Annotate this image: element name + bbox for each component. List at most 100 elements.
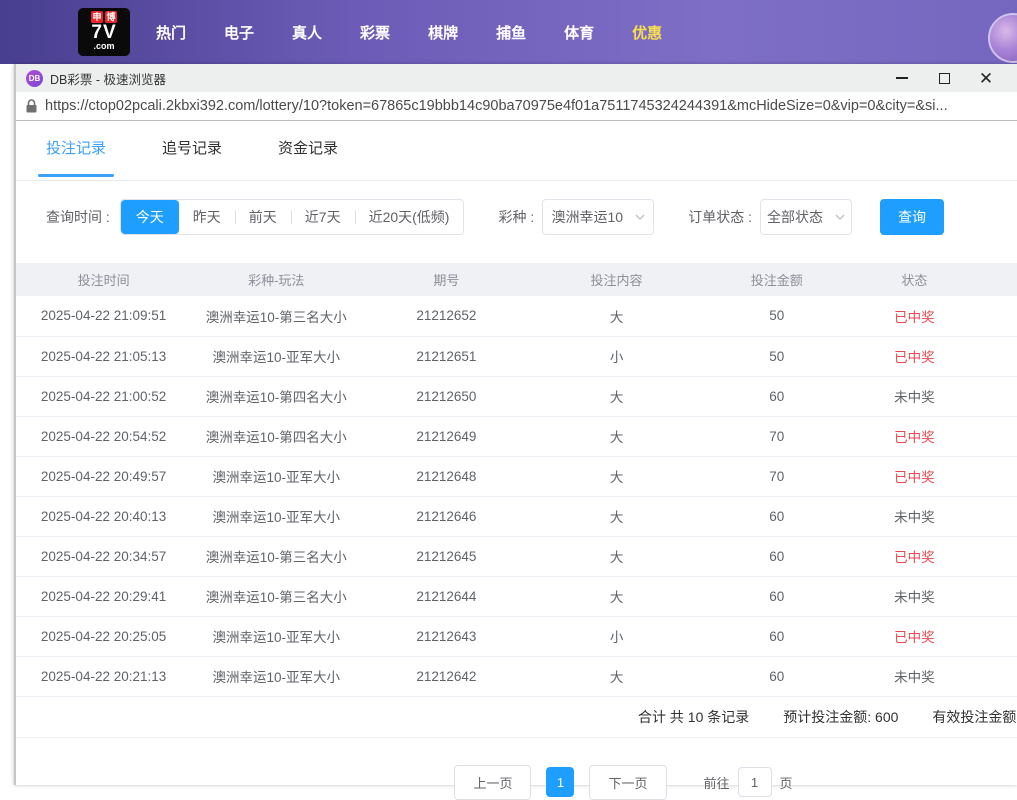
cell-time: 2025-04-22 20:34:57: [16, 536, 191, 576]
summary-valid-amount: 有效投注金额: [932, 707, 1016, 727]
cell-content: 小: [531, 616, 701, 656]
cell-time: 2025-04-22 20:49:57: [16, 456, 191, 496]
cell-status: 已中奖: [852, 616, 977, 656]
cell-amount: 60: [702, 576, 852, 616]
cell-status: 已中奖: [852, 416, 977, 456]
order-status-select[interactable]: 全部状态: [760, 199, 852, 235]
time-option-last20days[interactable]: 近20天(低频): [355, 200, 464, 234]
table-row: 2025-04-22 20:54:52澳洲幸运10-第四名大小21212649大…: [16, 416, 1017, 456]
tab-bet-records[interactable]: 投注记录: [46, 137, 106, 180]
col-bet-amount: 投注金额: [702, 263, 852, 296]
next-page-button[interactable]: 下一页: [589, 765, 666, 800]
table-row: 2025-04-22 21:09:51澳洲幸运10-第三名大小21212652大…: [16, 296, 1017, 336]
cell-time: 2025-04-22 20:40:13: [16, 496, 191, 536]
page-content: 投注记录 追号记录 资金记录 查询时间 : 今天 昨天 前天 近7天 近20天(…: [16, 121, 1017, 784]
bet-records-table: 投注时间 彩种-玩法 期号 投注内容 投注金额 状态 2025-04-22 21…: [16, 263, 1017, 697]
tab-chase-records[interactable]: 追号记录: [162, 137, 222, 180]
time-option-today[interactable]: 今天: [121, 200, 179, 234]
time-option-yesterday[interactable]: 昨天: [179, 200, 235, 234]
nav-item-chess[interactable]: 棋牌: [428, 22, 458, 43]
goto-page: 前往 页: [704, 767, 793, 797]
table-header-row: 投注时间 彩种-玩法 期号 投注内容 投注金额 状态: [16, 263, 1017, 296]
cell-content: 大: [531, 416, 701, 456]
close-button[interactable]: ✕: [965, 65, 1007, 91]
cell-amount: 60: [702, 376, 852, 416]
cell-spacer: [977, 296, 1017, 336]
summary-total-records: 合计 共 10 条记录: [638, 707, 749, 727]
status-filter-label: 订单状态 :: [688, 207, 752, 227]
cell-spacer: [977, 656, 1017, 696]
url-text: https://ctop02pcali.2kbxi392.com/lottery…: [45, 98, 948, 114]
lottery-select-value: 澳洲幸运10: [551, 207, 623, 227]
cell-amount: 50: [702, 336, 852, 376]
table-row: 2025-04-22 20:40:13澳洲幸运10-亚军大小21212646大6…: [16, 496, 1017, 536]
window-app-icon: DB: [26, 70, 43, 87]
summary-expected-amount: 预计投注金额: 600: [783, 707, 898, 727]
table-row: 2025-04-22 20:25:05澳洲幸运10-亚军大小21212643小6…: [16, 616, 1017, 656]
table-row: 2025-04-22 21:05:13澳洲幸运10-亚军大小21212651小5…: [16, 336, 1017, 376]
cell-status: 未中奖: [852, 656, 977, 696]
cell-spacer: [977, 496, 1017, 536]
cell-issue: 21212649: [361, 416, 531, 456]
query-button[interactable]: 查询: [880, 199, 944, 235]
nav-item-sports[interactable]: 体育: [564, 22, 594, 43]
nav-item-slots[interactable]: 电子: [224, 22, 254, 43]
summary-bar: 合计 共 10 条记录 预计投注金额: 600 有效投注金额: [16, 697, 1017, 738]
cell-amount: 70: [702, 456, 852, 496]
nav-item-fishing[interactable]: 捕鱼: [496, 22, 526, 43]
time-option-day-before[interactable]: 前天: [235, 200, 291, 234]
goto-page-input[interactable]: [738, 767, 772, 797]
time-filter-group: 今天 昨天 前天 近7天 近20天(低频): [120, 199, 465, 235]
cell-content: 小: [531, 336, 701, 376]
nav-item-lottery[interactable]: 彩票: [360, 22, 390, 43]
cell-issue: 21212644: [361, 576, 531, 616]
time-option-last7days[interactable]: 近7天: [291, 200, 355, 234]
table-row: 2025-04-22 20:29:41澳洲幸运10-第三名大小21212644大…: [16, 576, 1017, 616]
lottery-select[interactable]: 澳洲幸运10: [542, 199, 654, 235]
col-game-play: 彩种-玩法: [191, 263, 361, 296]
cell-game: 澳洲幸运10-第三名大小: [191, 536, 361, 576]
prev-page-button[interactable]: 上一页: [454, 765, 531, 800]
cell-issue: 21212650: [361, 376, 531, 416]
cell-spacer: [977, 616, 1017, 656]
logo-suffix-text: .com: [93, 42, 114, 51]
user-avatar[interactable]: [988, 13, 1017, 63]
cell-issue: 21212652: [361, 296, 531, 336]
cell-amount: 60: [702, 656, 852, 696]
site-logo[interactable]: 申 博 7V .com: [78, 8, 130, 56]
cell-time: 2025-04-22 21:00:52: [16, 376, 191, 416]
nav-item-promo[interactable]: 优惠: [632, 22, 662, 43]
cell-game: 澳洲幸运10-亚军大小: [191, 656, 361, 696]
window-titlebar[interactable]: DB DB彩票 - 极速浏览器 ✕: [16, 64, 1017, 92]
cell-game: 澳洲幸运10-亚军大小: [191, 496, 361, 536]
cell-spacer: [977, 576, 1017, 616]
cell-issue: 21212651: [361, 336, 531, 376]
order-status-value: 全部状态: [767, 207, 823, 227]
cell-amount: 60: [702, 616, 852, 656]
nav-item-live[interactable]: 真人: [292, 22, 322, 43]
col-bet-time: 投注时间: [16, 263, 191, 296]
cell-issue: 21212642: [361, 656, 531, 696]
table-row: 2025-04-22 20:49:57澳洲幸运10-亚军大小21212648大7…: [16, 456, 1017, 496]
cell-content: 大: [531, 376, 701, 416]
browser-window: DB DB彩票 - 极速浏览器 ✕ https://ctop02pcali.2k…: [14, 64, 1017, 785]
address-bar[interactable]: https://ctop02pcali.2kbxi392.com/lottery…: [16, 92, 1017, 121]
cell-amount: 60: [702, 536, 852, 576]
cell-time: 2025-04-22 20:54:52: [16, 416, 191, 456]
page-number-current[interactable]: 1: [546, 767, 574, 797]
cell-game: 澳洲幸运10-第四名大小: [191, 416, 361, 456]
table-row: 2025-04-22 20:34:57澳洲幸运10-第三名大小21212645大…: [16, 536, 1017, 576]
cell-issue: 21212645: [361, 536, 531, 576]
site-nav: 热门 电子 真人 彩票 棋牌 捕鱼 体育 优惠: [156, 22, 662, 43]
tab-fund-records[interactable]: 资金记录: [278, 137, 338, 180]
goto-label: 前往: [704, 773, 730, 792]
maximize-button[interactable]: [923, 65, 965, 91]
maximize-icon: [939, 73, 950, 84]
cell-issue: 21212646: [361, 496, 531, 536]
minimize-button[interactable]: [881, 65, 923, 91]
minimize-icon: [896, 77, 908, 79]
cell-amount: 50: [702, 296, 852, 336]
nav-item-hot[interactable]: 热门: [156, 22, 186, 43]
cell-content: 大: [531, 456, 701, 496]
cell-game: 澳洲幸运10-第三名大小: [191, 296, 361, 336]
